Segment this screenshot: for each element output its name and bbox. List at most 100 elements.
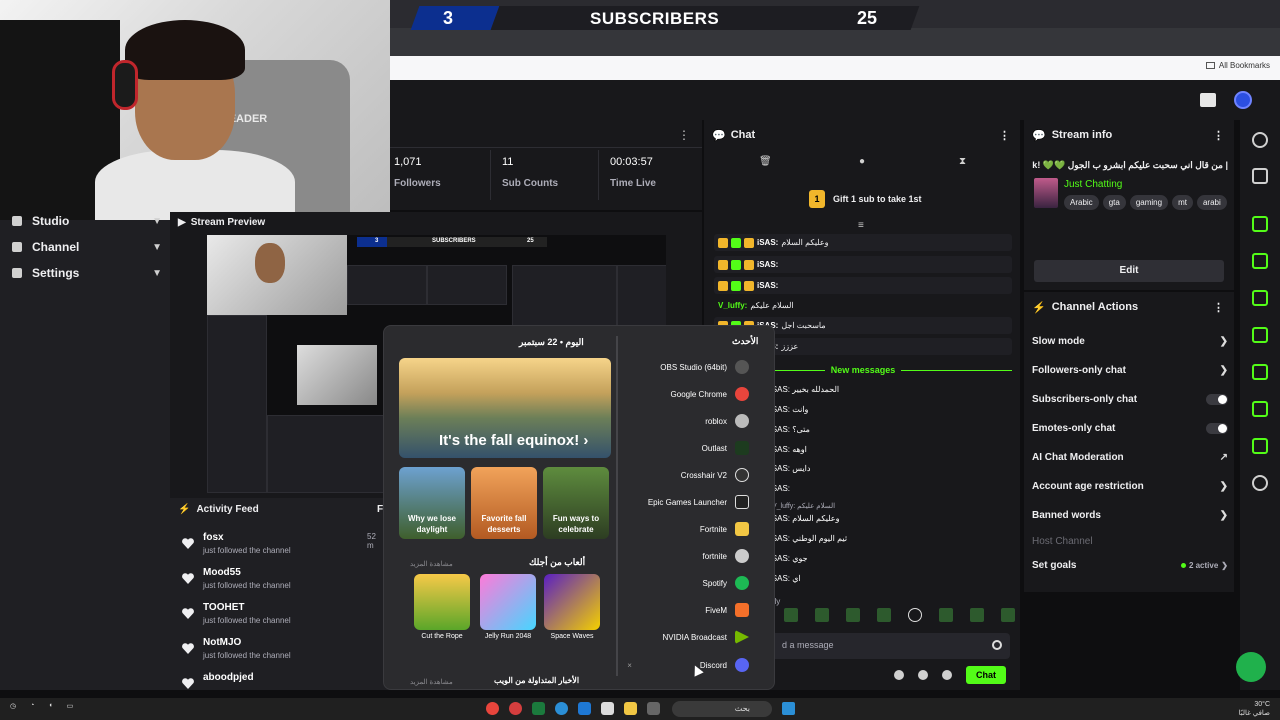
store-icon[interactable] bbox=[578, 702, 591, 715]
emote-icon[interactable] bbox=[784, 608, 798, 622]
chat-mode-icon[interactable]: ● bbox=[859, 156, 865, 167]
app-outlast[interactable]: Outlast bbox=[702, 441, 749, 455]
windows-start-icon[interactable] bbox=[782, 702, 795, 715]
action-ai-moderation[interactable]: AI Chat Moderation ↗ bbox=[1032, 452, 1228, 463]
app-epic-games[interactable]: Epic Games Launcher bbox=[648, 495, 749, 509]
nav-item-settings[interactable]: Settings ▼ bbox=[12, 266, 162, 280]
wifi-icon[interactable]: ◔ bbox=[30, 702, 34, 710]
emote-icon[interactable] bbox=[970, 608, 984, 622]
stream-category[interactable]: Just Chatting bbox=[1064, 179, 1122, 190]
more-options-icon[interactable]: ⋮ bbox=[999, 129, 1010, 142]
action-account-age[interactable]: Account age restriction ❯ bbox=[1032, 481, 1228, 492]
app-discord[interactable]: × Discord bbox=[627, 658, 749, 672]
see-more-games-link[interactable]: مشاهدة المزيد bbox=[410, 560, 453, 568]
task-view-icon[interactable] bbox=[647, 702, 660, 715]
file-explorer-icon[interactable] bbox=[624, 702, 637, 715]
app-crosshair-v2[interactable]: Crosshair V2 bbox=[681, 468, 749, 482]
stat-time-live: 00:03:57 Time Live bbox=[610, 156, 656, 189]
app-fortnite-folder[interactable]: Fortnite bbox=[700, 522, 749, 536]
hourglass-icon[interactable]: ⧗ bbox=[959, 156, 966, 167]
lightning-icon[interactable] bbox=[1252, 253, 1268, 269]
clock-icon[interactable]: ◷ bbox=[10, 702, 16, 710]
preview-subscriber-banner: 3 SUBSCRIBERS 25 bbox=[357, 237, 547, 247]
action-followers-only[interactable]: Followers-only chat ❯ bbox=[1032, 365, 1228, 376]
banner-title: SUBSCRIBERS bbox=[590, 9, 720, 28]
emoji-icon[interactable] bbox=[992, 640, 1002, 650]
action-slow-mode[interactable]: Slow mode ❯ bbox=[1032, 336, 1228, 347]
server-icon[interactable] bbox=[1252, 401, 1268, 417]
bell-icon[interactable] bbox=[918, 670, 928, 680]
broadcast-icon[interactable] bbox=[1252, 364, 1268, 380]
info-icon[interactable] bbox=[1252, 132, 1268, 148]
document-icon[interactable] bbox=[1252, 290, 1268, 306]
emote-icon[interactable] bbox=[877, 608, 891, 622]
app-obs-studio[interactable]: OBS Studio (64bit) bbox=[660, 360, 749, 374]
feed-username[interactable]: NotMJO bbox=[203, 637, 241, 648]
edit-stream-info-button[interactable]: Edit bbox=[1034, 260, 1224, 282]
gift-sub-leaderboard[interactable]: 1 Gift 1 sub to take 1st bbox=[809, 190, 922, 208]
featured-news-card[interactable]: It's the fall equinox! › bbox=[399, 358, 611, 458]
apps-icon[interactable] bbox=[1252, 475, 1268, 491]
app-roblox[interactable]: roblox bbox=[705, 414, 749, 428]
chat-username[interactable]: iSAS: bbox=[757, 238, 778, 247]
news-card[interactable]: Why we lose daylight bbox=[399, 467, 465, 539]
pinned-list-icon[interactable]: ≡ bbox=[858, 220, 864, 231]
notepad-icon[interactable] bbox=[601, 702, 614, 715]
app-fivem[interactable]: FiveM bbox=[705, 603, 749, 617]
chat-username[interactable]: iSAS: bbox=[757, 281, 778, 290]
send-chat-button[interactable]: Chat bbox=[966, 666, 1006, 684]
emote-icon[interactable] bbox=[939, 608, 953, 622]
feed-username[interactable]: TOOHET bbox=[203, 602, 244, 613]
emotes-only-toggle[interactable] bbox=[1206, 423, 1228, 434]
all-bookmarks-button[interactable]: All Bookmarks bbox=[1205, 61, 1270, 70]
shield-icon[interactable] bbox=[1252, 216, 1268, 232]
app-nvidia-broadcast[interactable]: NVIDIA Broadcast bbox=[663, 630, 749, 644]
app-fortnite[interactable]: fortnite bbox=[703, 549, 749, 563]
chat-username[interactable]: iSAS: bbox=[757, 260, 778, 269]
chat-username[interactable]: V_luffy: bbox=[718, 301, 747, 310]
more-options-icon[interactable]: ⋮ bbox=[1213, 301, 1224, 314]
gear-icon[interactable] bbox=[942, 670, 952, 680]
taskbar-search[interactable]: بحث bbox=[672, 701, 772, 717]
edge-icon[interactable] bbox=[555, 702, 568, 715]
feed-username[interactable]: aboodpjed bbox=[203, 672, 254, 683]
battery-icon[interactable]: ▭ bbox=[67, 702, 74, 710]
game-tile[interactable]: Jelly Run 2048 bbox=[480, 574, 536, 640]
nav-item-studio[interactable]: Studio ▼ bbox=[12, 214, 162, 228]
scrollbar[interactable] bbox=[616, 336, 618, 676]
volume-icon[interactable]: ◖ bbox=[48, 702, 52, 710]
news-card[interactable]: Fun ways to celebrate bbox=[543, 467, 609, 539]
feed-username[interactable]: Mood55 bbox=[203, 567, 241, 578]
game-tile[interactable]: Cut the Rope bbox=[414, 574, 470, 640]
pencil-icon[interactable] bbox=[1252, 168, 1268, 184]
emote-icon[interactable] bbox=[846, 608, 860, 622]
heart-icon[interactable] bbox=[908, 608, 922, 622]
action-set-goals[interactable]: Set goals 2 active ❯ bbox=[1032, 560, 1228, 571]
xbox-icon[interactable] bbox=[532, 702, 545, 715]
weather-widget[interactable]: 30°C صافي غالبًا bbox=[1239, 700, 1270, 718]
support-chat-button[interactable] bbox=[1236, 652, 1266, 682]
emote-icon[interactable] bbox=[815, 608, 829, 622]
chat-bubble-icon[interactable] bbox=[1252, 327, 1268, 343]
action-banned-words[interactable]: Banned words ❯ bbox=[1032, 510, 1228, 521]
trash-icon[interactable]: 🗑 bbox=[759, 156, 772, 167]
app-spotify[interactable]: Spotify bbox=[703, 576, 749, 590]
game-tile[interactable]: Space Waves bbox=[544, 574, 600, 640]
see-more-news-link[interactable]: مشاهدة المزيد bbox=[410, 678, 453, 686]
user-avatar[interactable] bbox=[1234, 91, 1252, 109]
subscribers-only-toggle[interactable] bbox=[1206, 394, 1228, 405]
chrome-icon[interactable] bbox=[486, 702, 499, 715]
chat-message: iSAS: متى؟ bbox=[770, 425, 810, 434]
close-icon[interactable]: × bbox=[627, 661, 632, 670]
emote-icon[interactable] bbox=[1001, 608, 1015, 622]
wrench-icon[interactable] bbox=[1252, 438, 1268, 454]
opera-icon[interactable] bbox=[509, 702, 522, 715]
news-card[interactable]: Favorite fall desserts bbox=[471, 467, 537, 539]
more-options-icon[interactable]: ⋮ bbox=[678, 128, 690, 142]
kick-logo-icon[interactable] bbox=[1200, 93, 1216, 107]
feed-username[interactable]: fosx bbox=[203, 532, 224, 543]
more-options-icon[interactable]: ⋮ bbox=[1213, 129, 1224, 142]
chat-bubble-icon[interactable] bbox=[894, 670, 904, 680]
nav-item-channel[interactable]: Channel ▼ bbox=[12, 240, 162, 254]
app-google-chrome[interactable]: Google Chrome bbox=[671, 387, 749, 401]
